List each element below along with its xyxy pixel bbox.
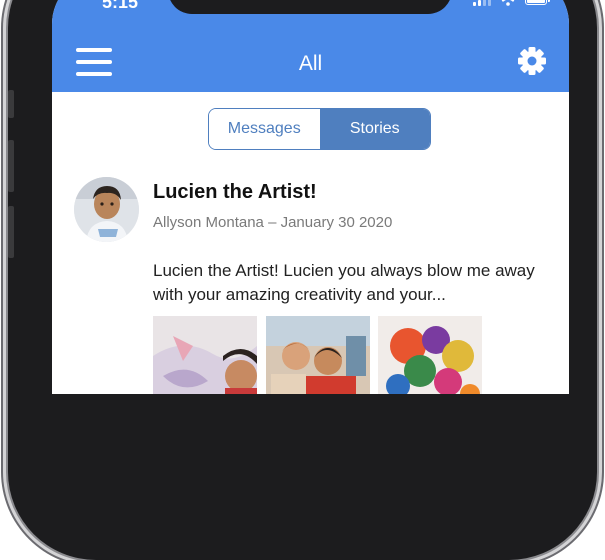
- tab-messages[interactable]: Messages: [209, 109, 320, 149]
- status-icons: [473, 0, 550, 6]
- app-header: 5:15 All: [52, 0, 569, 92]
- app-screen: 5:15 All Messages Stories Lucien the Art…: [52, 0, 569, 394]
- status-time: 5:15: [102, 0, 139, 12]
- post-body[interactable]: Lucien the Artist! Lucien you always blo…: [153, 259, 565, 307]
- avatar[interactable]: [74, 177, 139, 242]
- photo-thumbnail[interactable]: [266, 316, 370, 394]
- phone-side-button: [8, 140, 14, 192]
- wifi-icon: [501, 0, 515, 6]
- phone-side-button: [8, 90, 14, 118]
- gear-icon[interactable]: [517, 46, 547, 76]
- tab-stories[interactable]: Stories: [319, 109, 430, 149]
- photo-thumbnail[interactable]: [378, 316, 482, 394]
- post-title[interactable]: Lucien the Artist!: [153, 181, 317, 204]
- cellular-signal-icon: [473, 0, 491, 6]
- segmented-control: Messages Stories: [208, 108, 431, 150]
- battery-icon: [525, 0, 550, 5]
- phone-frame: 5:15 All Messages Stories Lucien the Art…: [8, 0, 597, 560]
- page-title: All: [298, 52, 323, 75]
- photo-thumbnail[interactable]: [153, 316, 257, 394]
- phone-side-button: [8, 206, 14, 258]
- notch: [168, 0, 452, 14]
- post-meta: Allyson Montana – January 30 2020: [153, 214, 393, 231]
